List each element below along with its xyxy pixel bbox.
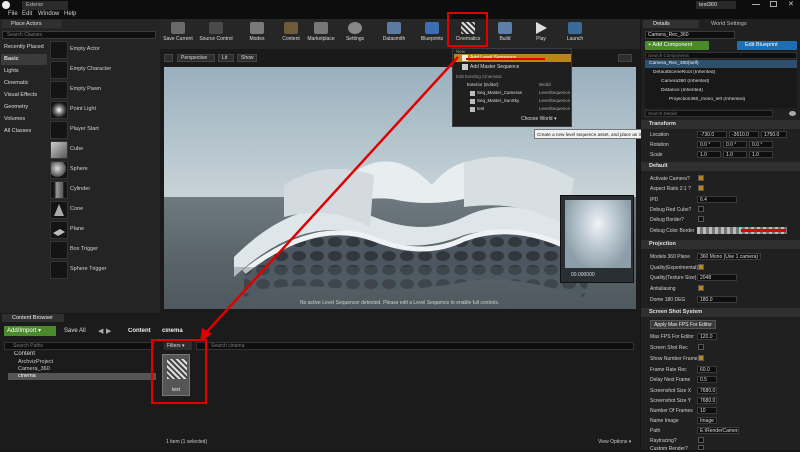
red-arrow-line <box>203 56 459 336</box>
annotation-overlay <box>151 12 545 404</box>
cinematics-highlight-box <box>447 12 488 47</box>
asset-highlight-box <box>151 339 207 404</box>
